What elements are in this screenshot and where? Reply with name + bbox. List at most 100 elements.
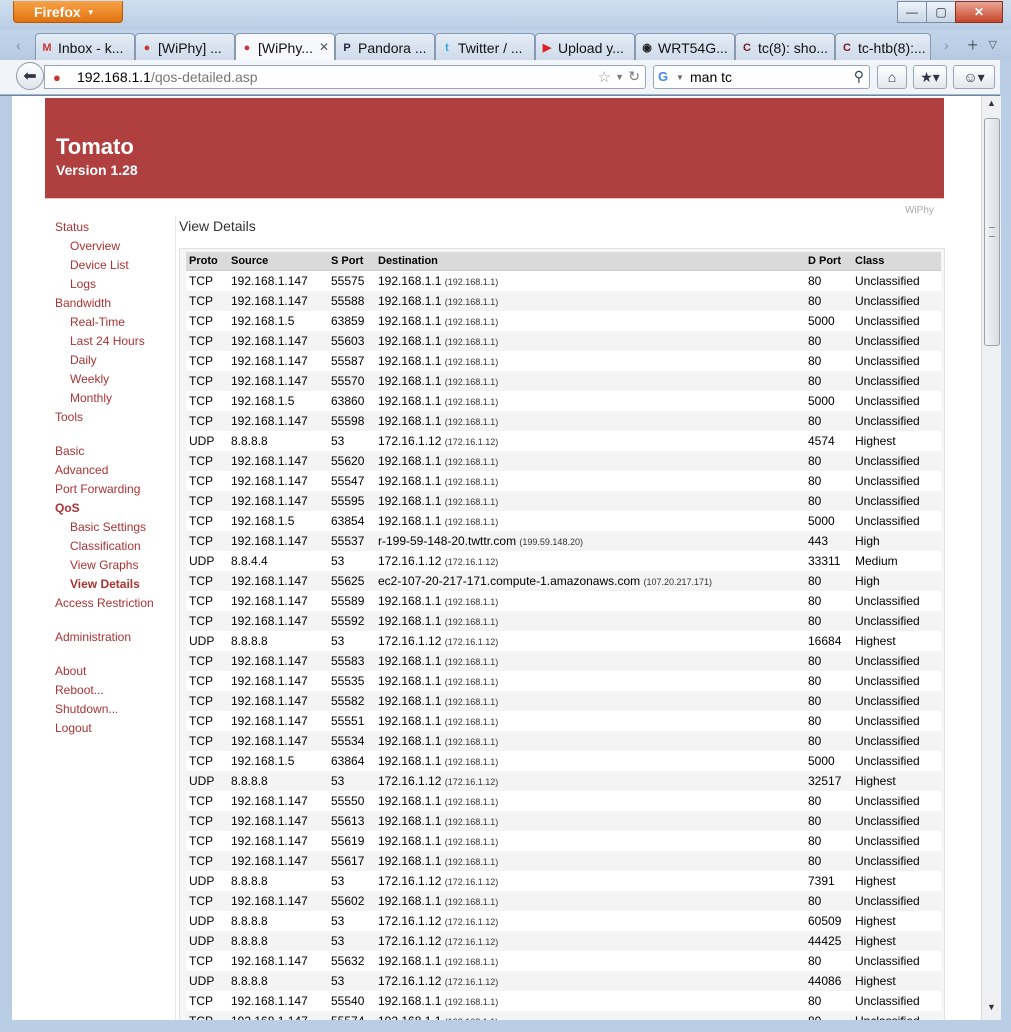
destination-host: 172.16.1.12 <box>378 934 442 948</box>
scroll-up-icon[interactable]: ▲ <box>982 98 1001 114</box>
pandora-icon: P <box>343 42 351 54</box>
column-header[interactable]: S Port <box>328 252 375 271</box>
bookmark-star-icon[interactable]: ☆ <box>598 68 611 86</box>
sidebar-item-logs[interactable]: Logs <box>70 277 96 291</box>
window-titlebar: Firefox ▼ — ▢ ✕ <box>0 0 1011 30</box>
sidebar-item-view-details[interactable]: View Details <box>70 577 140 591</box>
cell-class: Highest <box>852 431 941 451</box>
cell-destination-port: 80 <box>805 270 852 291</box>
table-row: UDP 8.8.8.8 53 172.16.1.12 (172.16.1.12) 739… <box>186 871 941 891</box>
scroll-down-icon[interactable]: ▼ <box>982 1002 1001 1018</box>
column-header[interactable]: Source <box>228 252 328 271</box>
sidebar-item-about[interactable]: About <box>55 664 86 678</box>
cell-proto: TCP <box>186 991 228 1011</box>
home-button[interactable]: ⌂ <box>877 65 907 89</box>
destination-host: 172.16.1.12 <box>378 554 442 568</box>
close-tab-icon[interactable]: ✕ <box>319 40 329 54</box>
search-input[interactable]: man tc <box>690 69 732 85</box>
cell-class: Unclassified <box>852 411 941 431</box>
sidebar-item-port-forwarding[interactable]: Port Forwarding <box>55 482 140 496</box>
cell-source: 192.168.1.147 <box>228 411 328 431</box>
sidebar-item-view-graphs[interactable]: View Graphs <box>70 558 138 572</box>
scroll-tabs-left-icon[interactable]: ‹ <box>16 37 21 53</box>
tab-strip: ‹ M Inbox - k... ● [WiPhy] ... ● [WiPhy... ✕ P P… <box>0 30 1011 61</box>
browser-tab[interactable]: t Twitter / ... <box>435 33 535 60</box>
column-header[interactable]: Destination <box>375 252 805 271</box>
cell-destination: 192.168.1.1 (192.168.1.1) <box>375 651 805 671</box>
cell-source: 192.168.1.147 <box>228 991 328 1011</box>
browser-tab[interactable]: Ctc(8): sho... <box>735 33 835 60</box>
sidebar-item-administration[interactable]: Administration <box>55 630 131 644</box>
cell-destination: 172.16.1.12 (172.16.1.12) <box>375 631 805 651</box>
firefox-menu-button[interactable]: Firefox ▼ <box>13 1 123 23</box>
cell-destination: 192.168.1.1 (192.168.1.1) <box>375 451 805 471</box>
sidebar-item-monthly[interactable]: Monthly <box>70 391 112 405</box>
bookmarks-button[interactable]: ★▾ <box>913 65 947 89</box>
sidebar-item-real-time[interactable]: Real-Time <box>70 315 125 329</box>
search-icon[interactable]: ⚲ <box>854 68 864 85</box>
cell-proto: TCP <box>186 451 228 471</box>
url-history-dropdown-icon[interactable]: ▼ <box>615 72 624 82</box>
sidebar-item-tools[interactable]: Tools <box>55 410 83 424</box>
url-bar[interactable]: ● 192.168.1.1/qos-detailed.asp ☆ ▼ ↻ <box>44 65 646 89</box>
window-frame-right <box>1000 60 1011 1032</box>
search-engine-dropdown-icon[interactable]: ▼ <box>676 73 684 82</box>
cell-destination-port: 80 <box>805 591 852 611</box>
sidebar-item-logout[interactable]: Logout <box>55 721 92 735</box>
cell-destination: 192.168.1.1 (192.168.1.1) <box>375 791 805 811</box>
destination-host: 192.168.1.1 <box>378 694 442 708</box>
sidebar-item-basic-settings[interactable]: Basic Settings <box>70 520 146 534</box>
column-header[interactable]: Class <box>852 252 941 271</box>
sidebar-item-qos[interactable]: QoS <box>55 501 80 515</box>
google-search-engine-icon[interactable]: G <box>658 69 668 84</box>
search-bar[interactable]: G ▼ man tc ⚲ <box>653 65 870 89</box>
addon-button[interactable]: ☺▾ <box>953 65 995 89</box>
maximize-icon[interactable]: ▢ <box>926 1 956 23</box>
sidebar-item-device-list[interactable]: Device List <box>70 258 129 272</box>
cell-source-port: 55592 <box>328 611 375 631</box>
page-scrollbar[interactable]: ▲ ▼ <box>981 96 1001 1020</box>
cell-proto: UDP <box>186 911 228 931</box>
browser-tab[interactable]: ◉ WRT54G... <box>635 33 735 60</box>
browser-tab[interactable]: ▶ Upload y... <box>535 33 635 60</box>
browser-tab[interactable]: P Pandora ... <box>335 33 435 60</box>
list-all-tabs-icon[interactable]: ▽ <box>989 38 997 51</box>
minimize-icon[interactable]: — <box>897 1 927 23</box>
cell-source-port: 53 <box>328 771 375 791</box>
sidebar-item-status[interactable]: Status <box>55 220 89 234</box>
sidebar-item-advanced[interactable]: Advanced <box>55 463 108 477</box>
sidebar-item-daily[interactable]: Daily <box>70 353 97 367</box>
browser-tab[interactable]: M Inbox - k... <box>35 33 135 60</box>
sidebar-item-weekly[interactable]: Weekly <box>70 372 109 386</box>
column-header[interactable]: Proto <box>186 252 228 271</box>
destination-ip: (192.168.1.1) <box>444 757 499 767</box>
browser-tab[interactable]: ● [WiPhy] ... <box>135 33 235 60</box>
cell-source-port: 55574 <box>328 1011 375 1020</box>
sidebar-item-reboot[interactable]: Reboot... <box>55 683 104 697</box>
sidebar-item-shutdown[interactable]: Shutdown... <box>55 702 118 716</box>
scrollbar-thumb[interactable] <box>984 118 1000 346</box>
cell-destination: 172.16.1.12 (172.16.1.12) <box>375 911 805 931</box>
destination-host: 192.168.1.1 <box>378 294 442 308</box>
sidebar-item-last-24-hours[interactable]: Last 24 Hours <box>70 334 145 348</box>
browser-tab[interactable]: Ctc-htb(8):... <box>835 33 931 60</box>
destination-ip: (192.168.1.1) <box>444 277 499 287</box>
close-icon[interactable]: ✕ <box>955 1 1003 23</box>
destination-ip: (172.16.1.12) <box>444 937 499 947</box>
sidebar-item-basic[interactable]: Basic <box>55 444 84 458</box>
new-tab-icon[interactable]: + <box>967 35 978 56</box>
sidebar-item-access-restriction[interactable]: Access Restriction <box>55 596 154 610</box>
cell-destination-port: 80 <box>805 951 852 971</box>
reload-icon[interactable]: ↻ <box>628 68 640 85</box>
sidebar-item-bandwidth[interactable]: Bandwidth <box>55 296 111 310</box>
sidebar-item-classification[interactable]: Classification <box>70 539 141 553</box>
table-row: TCP 192.168.1.147 55602 192.168.1.1 (192.16… <box>186 891 941 911</box>
cell-destination: 192.168.1.1 (192.168.1.1) <box>375 751 805 771</box>
bookmark-c-icon: C <box>743 42 751 54</box>
column-header[interactable]: D Port <box>805 252 852 271</box>
sidebar-item-overview[interactable]: Overview <box>70 239 120 253</box>
browser-tab[interactable]: ● [WiPhy... ✕ <box>235 33 335 61</box>
scroll-tabs-right-icon[interactable]: › <box>944 37 949 53</box>
back-button[interactable]: ⬅ <box>16 62 44 90</box>
cell-proto: TCP <box>186 491 228 511</box>
